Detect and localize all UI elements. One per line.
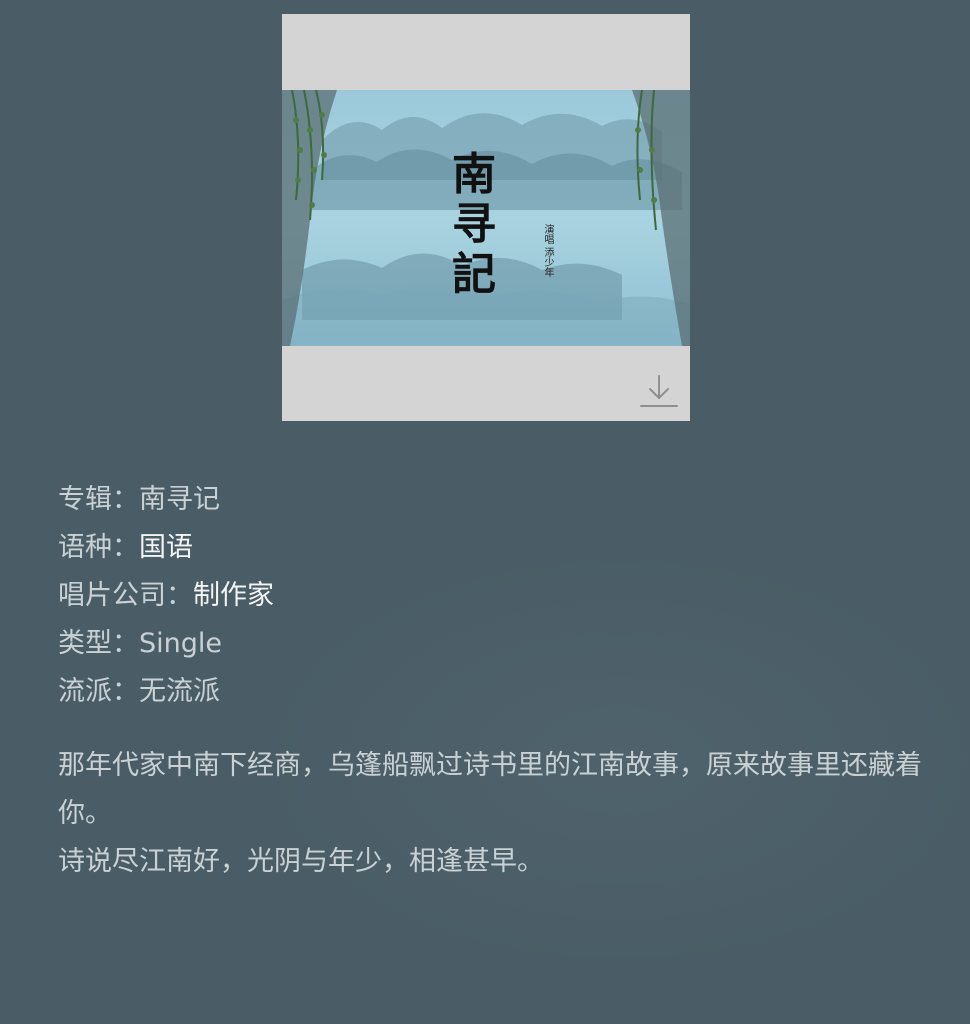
- record-label-label: 唱片公司：: [58, 580, 193, 611]
- description-line: 那年代家中南下经商，乌篷船飘过诗书里的江南故事，原来故事里还藏着你。: [58, 750, 922, 829]
- language-row: 语种：国语: [58, 524, 918, 572]
- genre-value: 无流派: [139, 676, 220, 707]
- genre-row: 流派：无流派: [58, 668, 918, 716]
- album-value: 南寻记: [139, 484, 220, 515]
- album-label: 专辑：: [58, 484, 139, 515]
- album-cover[interactable]: 南寻記 演唱 添少年: [282, 14, 690, 421]
- type-value: Single: [139, 628, 223, 659]
- type-row: 类型：Single: [58, 620, 918, 668]
- download-icon: [640, 375, 678, 407]
- language-value[interactable]: 国语: [139, 532, 193, 563]
- language-label: 语种：: [58, 532, 139, 563]
- record-label-row: 唱片公司：制作家: [58, 572, 918, 620]
- record-label-value[interactable]: 制作家: [193, 580, 274, 611]
- album-info: 专辑：南寻记 语种：国语 唱片公司：制作家 类型：Single 流派：无流派: [58, 476, 918, 716]
- description-line: 诗说尽江南好，光阴与年少，相逢甚早。: [58, 846, 544, 877]
- genre-label: 流派：: [58, 676, 139, 707]
- download-button[interactable]: [639, 372, 679, 412]
- album-title-calligraphy: 南寻記: [452, 149, 496, 300]
- type-label: 类型：: [58, 628, 139, 659]
- album-description: 那年代家中南下经商，乌篷船飘过诗书里的江南故事，原来故事里还藏着你。 诗说尽江南…: [58, 742, 928, 886]
- album-row: 专辑：南寻记: [58, 476, 918, 524]
- album-artist-credit: 演唱 添少年: [542, 224, 553, 278]
